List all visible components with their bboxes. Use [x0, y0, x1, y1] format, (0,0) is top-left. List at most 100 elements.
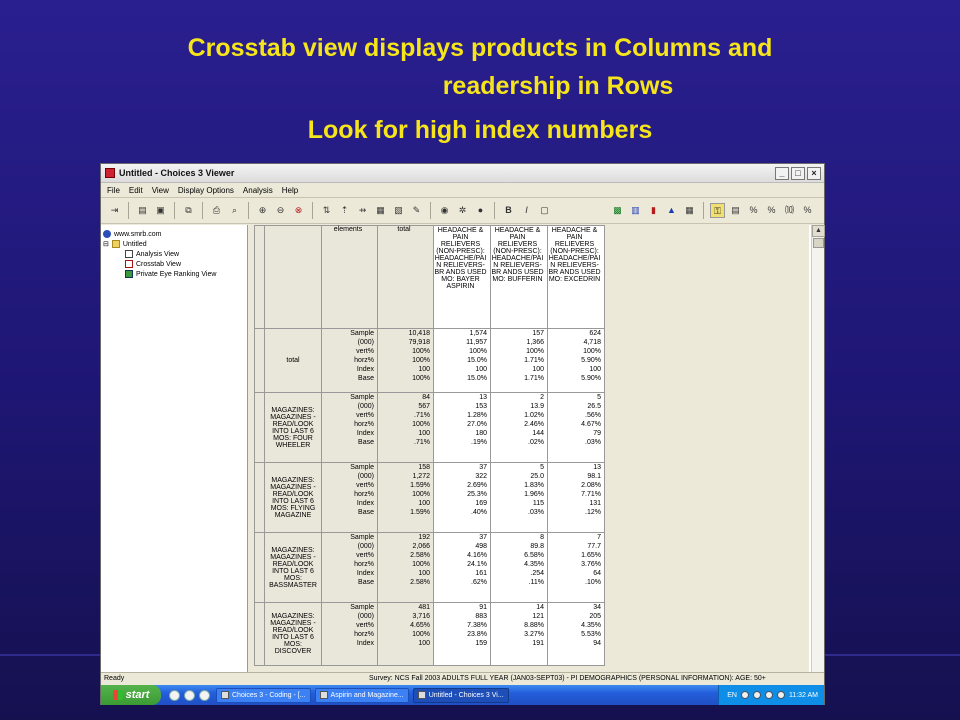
- chart-icon[interactable]: ▧: [391, 203, 406, 218]
- row-label[interactable]: MAGAZINES: MAGAZINES - READ/LOOK INTO LA…: [264, 602, 322, 666]
- collapse-icon[interactable]: ⊟: [103, 240, 109, 248]
- column-header[interactable]: HEADACHE & PAIN RELIEVERS (NON-PRESC): H…: [433, 225, 491, 329]
- tray-icon[interactable]: [740, 691, 749, 699]
- system-tray: EN 11:32 AM: [718, 685, 824, 705]
- tree-item-private-eye[interactable]: Private Eye Ranking View: [103, 269, 245, 279]
- tray-icon[interactable]: [752, 691, 761, 699]
- sort-icon[interactable]: ⇅: [319, 203, 334, 218]
- zoom-out-icon[interactable]: ⊖: [273, 203, 288, 218]
- menu-display-options[interactable]: Display Options: [178, 186, 234, 195]
- tree-item-label: Private Eye Ranking View: [136, 270, 217, 278]
- menu-file[interactable]: File: [107, 186, 120, 195]
- zoom-reset-icon[interactable]: ⊗: [291, 203, 306, 218]
- start-button[interactable]: start: [101, 685, 161, 705]
- data-cell[interactable]: 91 883 7.38% 23.8% 159: [433, 602, 491, 666]
- line-chart-icon[interactable]: ▲: [664, 203, 679, 218]
- column-header[interactable]: HEADACHE & PAIN RELIEVERS (NON-PRESC): H…: [547, 225, 605, 329]
- data-cell[interactable]: 2 13.9 1.02% 2.46% 144 .02%: [490, 392, 548, 463]
- print-preview-icon[interactable]: ⌕: [227, 203, 242, 218]
- tree-item-crosstab-view[interactable]: Crosstab View: [103, 259, 245, 269]
- menu-analysis[interactable]: Analysis: [243, 186, 273, 195]
- cell-value: 1.59%: [410, 482, 430, 489]
- percent-icon[interactable]: %: [746, 203, 761, 218]
- menu-edit[interactable]: Edit: [129, 186, 143, 195]
- cell-value: 3.27%: [524, 631, 544, 638]
- grid-icon[interactable]: ▦: [682, 203, 697, 218]
- data-cell[interactable]: 1,574 11,957 100% 15.0% 100 15.0%: [433, 328, 491, 393]
- vert-percent-icon[interactable]: %: [800, 203, 815, 218]
- row-label[interactable]: MAGAZINES: MAGAZINES - READ/LOOK INTO LA…: [264, 462, 322, 533]
- taskbar-item-coding[interactable]: Choices 3 - Coding - [...: [216, 687, 311, 703]
- tree-item-analysis-view[interactable]: Analysis View: [103, 249, 245, 259]
- tray-icon[interactable]: [764, 691, 773, 699]
- close-button[interactable]: ×: [807, 166, 821, 180]
- data-cell[interactable]: 7 77.7 1.65% 3.76% 64 .10%: [547, 532, 605, 603]
- tree-item-folder[interactable]: ⊟ Untitled: [103, 239, 245, 249]
- scroll-thumb[interactable]: [813, 238, 824, 248]
- firefox-icon[interactable]: [184, 689, 195, 701]
- highlight-icon[interactable]: ✎: [409, 203, 424, 218]
- group-icon[interactable]: ▤: [728, 203, 743, 218]
- data-cell[interactable]: 34 205 4.35% 5.53% 94: [547, 602, 605, 666]
- horz-percent-icon[interactable]: %: [764, 203, 779, 218]
- taskbar-item-word[interactable]: Aspirin and Magazine...: [314, 687, 409, 703]
- excel-icon[interactable]: ▩: [610, 203, 625, 218]
- desktop-icon[interactable]: [199, 689, 210, 701]
- scroll-up-icon[interactable]: ▲: [812, 225, 825, 237]
- toolbar-separator: [494, 202, 495, 219]
- window-titlebar[interactable]: Untitled - Choices 3 Viewer _ □ ×: [101, 164, 824, 183]
- data-cell[interactable]: 5 26.5 .56% 4.67% 79 .03%: [547, 392, 605, 463]
- data-cell[interactable]: 37 498 4.16% 24.1% 161 .62%: [433, 532, 491, 603]
- header-elements[interactable]: elements: [321, 225, 378, 329]
- menu-view[interactable]: View: [152, 186, 169, 195]
- zoom-in-icon[interactable]: ⊕: [255, 203, 270, 218]
- ie-icon[interactable]: [169, 689, 180, 701]
- sort-up-icon[interactable]: ⇡: [337, 203, 352, 218]
- copy-icon[interactable]: ⧉: [181, 203, 196, 218]
- cell-value: 5.53%: [581, 631, 601, 638]
- data-cell[interactable]: 13 153 1.28% 27.0% 180 .19%: [433, 392, 491, 463]
- cell-value: .40%: [471, 509, 487, 516]
- maximize-button[interactable]: □: [791, 166, 805, 180]
- data-cell[interactable]: 13 98.1 2.08% 7.71% 131 .12%: [547, 462, 605, 533]
- vertical-scrollbar[interactable]: ▲: [811, 225, 825, 672]
- data-cell[interactable]: 5 25.0 1.83% 1.96% 115 .03%: [490, 462, 548, 533]
- column-chart-icon[interactable]: ▮: [646, 203, 661, 218]
- frame-icon[interactable]: ▢: [537, 203, 552, 218]
- data-cell[interactable]: 8 89.8 6.58% 4.35% .254 .11%: [490, 532, 548, 603]
- taskbar-item-viewer[interactable]: Untitled - Choices 3 Vi...: [412, 687, 509, 703]
- remove-column-icon[interactable]: ⇸: [355, 203, 370, 218]
- data-cell[interactable]: 157 1,366 100% 1.71% 100 1.71%: [490, 328, 548, 393]
- bold-icon[interactable]: B: [501, 203, 516, 218]
- menu-help[interactable]: Help: [282, 186, 298, 195]
- import-icon[interactable]: ⇥: [107, 203, 122, 218]
- element-label: vert%: [356, 622, 374, 629]
- lock-icon[interactable]: ⚿: [710, 203, 725, 218]
- header-total[interactable]: total: [377, 225, 434, 329]
- data-cell[interactable]: 37 322 2.69% 25.3% 169 .40%: [433, 462, 491, 533]
- open-icon[interactable]: ▤: [135, 203, 150, 218]
- data-cell[interactable]: 624 4,718 100% 5.90% 100 5.90%: [547, 328, 605, 393]
- print-icon[interactable]: ⎙: [209, 203, 224, 218]
- sparkle-icon[interactable]: ✲: [455, 203, 470, 218]
- toolbar-separator: [312, 202, 313, 219]
- table-icon[interactable]: ▦: [373, 203, 388, 218]
- save-icon[interactable]: ▣: [153, 203, 168, 218]
- tray-icon[interactable]: [776, 691, 785, 699]
- row-label[interactable]: MAGAZINES: MAGAZINES - READ/LOOK INTO LA…: [264, 532, 322, 603]
- italic-icon[interactable]: I: [519, 203, 534, 218]
- language-indicator[interactable]: EN: [727, 692, 737, 699]
- cell-value: 144: [532, 430, 544, 437]
- cell-value: 115: [532, 500, 544, 507]
- private-eye-icon[interactable]: ◉: [437, 203, 452, 218]
- tree-item-root[interactable]: www.smrb.com: [103, 229, 245, 239]
- data-cell[interactable]: 14 121 8.88% 3.27% 191: [490, 602, 548, 666]
- total-values: 84 567 .71% 100% 100 .71%: [377, 392, 434, 463]
- bomb-icon[interactable]: ●: [473, 203, 488, 218]
- minimize-button[interactable]: _: [775, 166, 789, 180]
- index-icon[interactable]: ⑽: [782, 203, 797, 218]
- column-header[interactable]: HEADACHE & PAIN RELIEVERS (NON-PRESC): H…: [490, 225, 548, 329]
- row-label[interactable]: MAGAZINES: MAGAZINES - READ/LOOK INTO LA…: [264, 392, 322, 463]
- row-label[interactable]: total: [264, 328, 322, 393]
- bar-chart-icon[interactable]: ▥: [628, 203, 643, 218]
